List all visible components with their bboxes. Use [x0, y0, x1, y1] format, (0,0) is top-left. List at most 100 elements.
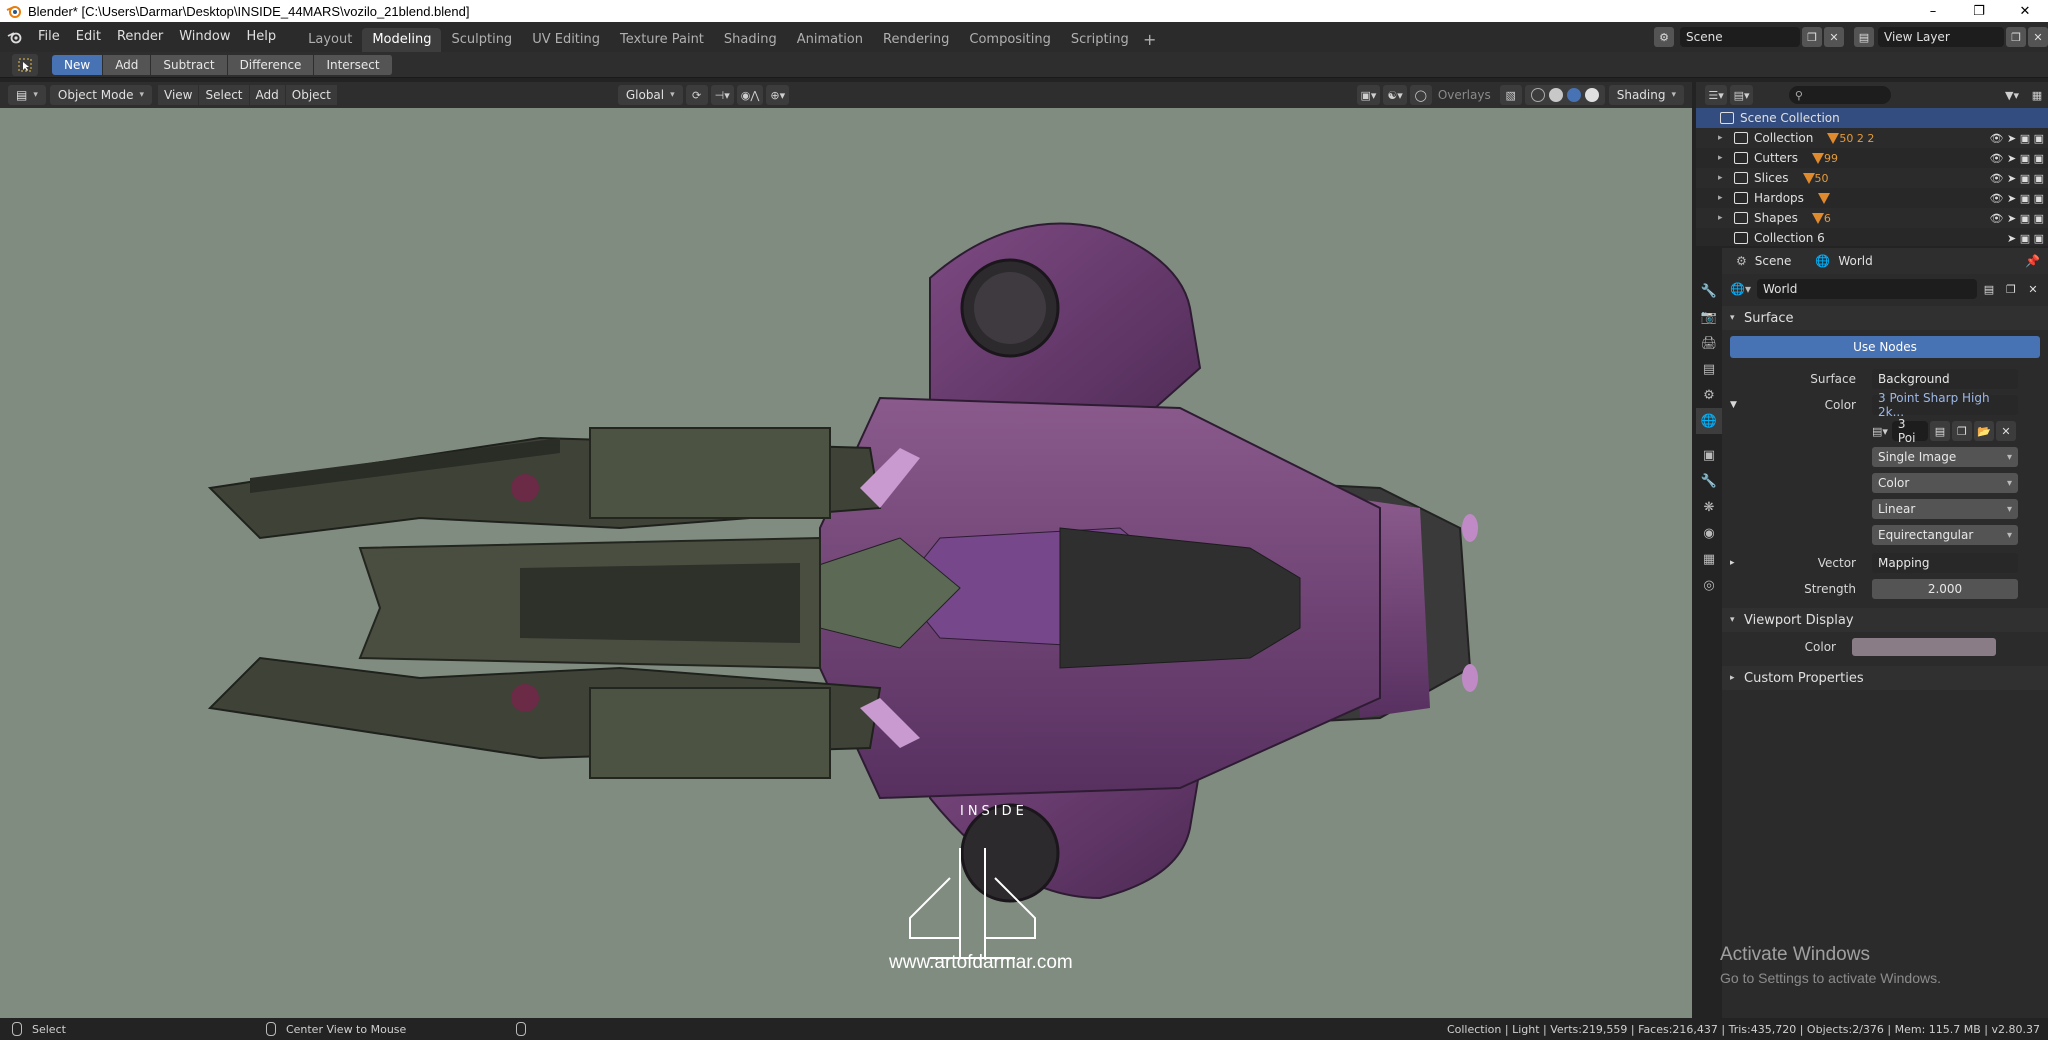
- tab-rendering[interactable]: Rendering: [873, 28, 959, 52]
- blender-menu-icon[interactable]: [0, 22, 30, 52]
- image-source-dropdown[interactable]: Single Image: [1872, 447, 2018, 467]
- surface-panel-header[interactable]: ▾ Surface: [1722, 306, 2048, 330]
- gizmos-toggle-icon[interactable]: ☯▾: [1383, 85, 1407, 105]
- world-fake-user-icon[interactable]: ▤: [1979, 279, 1999, 299]
- tab-layout[interactable]: Layout: [298, 28, 362, 52]
- menu-file[interactable]: File: [30, 26, 68, 48]
- scene-remove-icon[interactable]: ✕: [1824, 27, 1844, 47]
- render-tab-icon[interactable]: 📷: [1696, 304, 1722, 330]
- menu-help[interactable]: Help: [239, 26, 285, 48]
- use-nodes-button[interactable]: Use Nodes: [1730, 336, 2040, 358]
- outliner-search-input[interactable]: ⚲: [1788, 86, 1891, 104]
- physics-tab-icon[interactable]: ◉: [1696, 520, 1722, 546]
- bool-subtract-button[interactable]: Subtract: [151, 54, 228, 75]
- transform-orientation-dropdown[interactable]: Global ▾: [617, 85, 683, 105]
- world-unlink-icon[interactable]: ✕: [2023, 279, 2043, 299]
- particles-tab-icon[interactable]: ❋: [1696, 494, 1722, 520]
- material-shading-icon[interactable]: [1566, 88, 1581, 102]
- outliner-display-mode-icon[interactable]: ▤▾: [1730, 85, 1753, 105]
- pivot-point-icon[interactable]: ⟳: [685, 85, 708, 105]
- output-tab-icon[interactable]: 🖨: [1696, 330, 1722, 356]
- viewport-menu-select[interactable]: Select: [199, 85, 249, 105]
- tab-uv-editing[interactable]: UV Editing: [522, 28, 610, 52]
- vector-mapping-field[interactable]: Mapping: [1872, 553, 2018, 573]
- 3d-viewport[interactable]: INSIDE www.artofdarmar.com ▤ ▾ Object Mod…: [0, 82, 1692, 1018]
- overlays-toggle-icon[interactable]: ◯: [1409, 85, 1432, 105]
- outliner-item-hardops[interactable]: ▸ Hardops 👁 ➤ ▣ ▣: [1696, 188, 2048, 208]
- strength-field[interactable]: 2.000: [1872, 579, 2018, 599]
- scene-new-icon[interactable]: ❐: [1802, 27, 1822, 47]
- tab-texture-paint[interactable]: Texture Paint: [610, 28, 714, 52]
- scene-tab-icon[interactable]: ⚙: [1696, 382, 1722, 408]
- visibility-toggles[interactable]: ➤ ▣ ▣: [2007, 232, 2044, 245]
- world-browse-icon[interactable]: 🌐▾: [1730, 282, 1751, 296]
- view-layer-remove-icon[interactable]: ✕: [2028, 27, 2048, 47]
- bool-intersect-button[interactable]: Intersect: [314, 54, 393, 75]
- outliner-item-shapes[interactable]: ▸ Shapes 6 👁 ➤ ▣ ▣: [1696, 208, 2048, 228]
- object-tab-icon[interactable]: ▣: [1696, 442, 1722, 468]
- menu-window[interactable]: Window: [171, 26, 238, 48]
- view-object-types-icon[interactable]: ▣▾: [1356, 85, 1381, 105]
- viewport-menu-object[interactable]: Object: [285, 85, 337, 105]
- tab-shading[interactable]: Shading: [714, 28, 787, 52]
- snap-icon[interactable]: ⊣▾: [710, 85, 734, 105]
- visibility-toggles[interactable]: 👁 ➤ ▣ ▣: [1990, 212, 2044, 225]
- menu-edit[interactable]: Edit: [68, 26, 109, 48]
- expand-arrow-icon[interactable]: ▸: [1718, 153, 1728, 163]
- solid-shading-icon[interactable]: [1548, 88, 1563, 102]
- tab-compositing[interactable]: Compositing: [959, 28, 1061, 52]
- visibility-toggles[interactable]: 👁 ➤ ▣ ▣: [1990, 192, 2044, 205]
- tab-modeling[interactable]: Modeling: [362, 28, 442, 52]
- outliner-scene-collection[interactable]: Scene Collection: [1696, 108, 2048, 128]
- visibility-toggles[interactable]: 👁 ➤ ▣ ▣: [1990, 152, 2044, 165]
- outliner-editor-type-icon[interactable]: ☰▾: [1705, 85, 1728, 105]
- view-layer-field[interactable]: View Layer: [1878, 27, 2004, 47]
- image-open-icon[interactable]: 📂: [1973, 421, 1994, 441]
- surface-shader-field[interactable]: Background: [1872, 369, 2018, 389]
- scene-name-field[interactable]: Scene: [1680, 27, 1800, 47]
- world-new-icon[interactable]: ❐: [2001, 279, 2021, 299]
- modifier-tab-icon[interactable]: 🔧: [1696, 468, 1722, 494]
- menu-render[interactable]: Render: [109, 26, 171, 48]
- outliner-item-cutters[interactable]: ▸ Cutters 99 👁 ➤ ▣ ▣: [1696, 148, 2048, 168]
- image-new-icon[interactable]: ❐: [1951, 421, 1972, 441]
- color-expand-icon[interactable]: ▼: [1730, 400, 1744, 410]
- outliner-item-slices[interactable]: ▸ Slices 50 👁 ➤ ▣ ▣: [1696, 168, 2048, 188]
- wireframe-shading-icon[interactable]: [1530, 88, 1545, 102]
- add-workspace-icon[interactable]: +: [1139, 28, 1161, 52]
- proportional-edit-icon[interactable]: ◉⋀: [736, 85, 764, 105]
- overlays-label[interactable]: Overlays: [1432, 85, 1497, 105]
- color-space-dropdown[interactable]: Color: [1872, 473, 2018, 493]
- object-mode-dropdown[interactable]: Object Mode ▾: [49, 85, 152, 105]
- select-box-tool-icon[interactable]: [12, 53, 38, 76]
- bool-new-button[interactable]: New: [52, 54, 104, 75]
- viewport-menu-add[interactable]: Add: [249, 85, 285, 105]
- filter-icon[interactable]: ▼▾: [2001, 85, 2023, 105]
- view-layer-icon[interactable]: ▤: [1854, 27, 1874, 47]
- pin-icon[interactable]: 📌: [2025, 254, 2040, 268]
- viewport-display-panel-header[interactable]: ▾ Viewport Display: [1722, 608, 2048, 632]
- image-fake-user-icon[interactable]: ▤: [1929, 421, 1950, 441]
- world-tab-icon[interactable]: 🌐: [1696, 408, 1722, 434]
- minimize-button[interactable]: –: [1910, 0, 1956, 22]
- custom-properties-panel-header[interactable]: ▸ Custom Properties: [1722, 666, 2048, 690]
- vector-expand-icon[interactable]: ▸: [1730, 558, 1744, 568]
- maximize-button[interactable]: ❐: [1956, 0, 2002, 22]
- image-name-field[interactable]: 3 Poi: [1891, 417, 1928, 445]
- image-browse-icon[interactable]: ▤▾: [1872, 425, 1888, 438]
- scene-type-icon[interactable]: ⚙: [1654, 27, 1674, 47]
- expand-arrow-icon[interactable]: ▸: [1718, 133, 1728, 143]
- tab-scripting[interactable]: Scripting: [1061, 28, 1139, 52]
- xray-toggle-icon[interactable]: ▧: [1499, 85, 1522, 105]
- new-collection-icon[interactable]: ▦: [2026, 85, 2048, 105]
- data-tab-icon[interactable]: ◎: [1696, 572, 1722, 598]
- view-layer-new-icon[interactable]: ❐: [2006, 27, 2026, 47]
- expand-arrow-icon[interactable]: ▸: [1718, 213, 1728, 223]
- visibility-toggles[interactable]: 👁 ➤ ▣ ▣: [1990, 172, 2044, 185]
- world-name-field[interactable]: World: [1756, 279, 1977, 299]
- vd-color-swatch[interactable]: [1852, 638, 1996, 656]
- shading-popover[interactable]: Shading ▾: [1608, 85, 1684, 105]
- visibility-toggles[interactable]: 👁 ➤ ▣ ▣: [1990, 132, 2044, 145]
- editor-type-icon[interactable]: ▤ ▾: [8, 85, 46, 105]
- interpolation-dropdown[interactable]: Linear: [1872, 499, 2018, 519]
